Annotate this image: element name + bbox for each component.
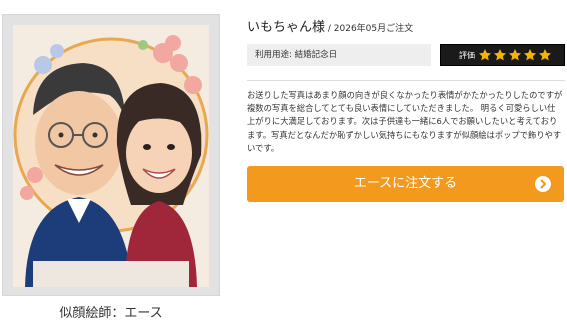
rating-stars [478,48,552,62]
review-header: いもちゃん様 / 2026年05月ご注文 [247,16,413,35]
star-icon [493,49,507,61]
customer-name: いもちゃん様 [247,20,326,35]
usage-box: 利用用途: 結婚記念日 [247,44,431,66]
artwork-photo-frame [2,14,220,296]
rating-box: 評価 [440,44,565,66]
star-icon [478,49,492,61]
order-button-label: エースに注文する [353,176,458,191]
artwork-photo[interactable] [13,25,209,287]
star-icon [523,49,537,61]
star-icon [538,49,552,61]
artist-caption: 似顔絵師：エース [59,306,163,321]
review-body: お送りした写真はあまり顔の向きが良くなかったり表情がかたかったりしたのですが複数… [247,90,563,153]
rating-label: 評価 [459,51,475,60]
order-date: / 2026年05月ご注文 [325,24,414,34]
chevron-right-icon [535,176,551,192]
order-artist-button[interactable]: エースに注文する [247,166,564,202]
divider [247,80,565,81]
caricature-illustration [13,25,209,287]
star-icon [508,49,522,61]
